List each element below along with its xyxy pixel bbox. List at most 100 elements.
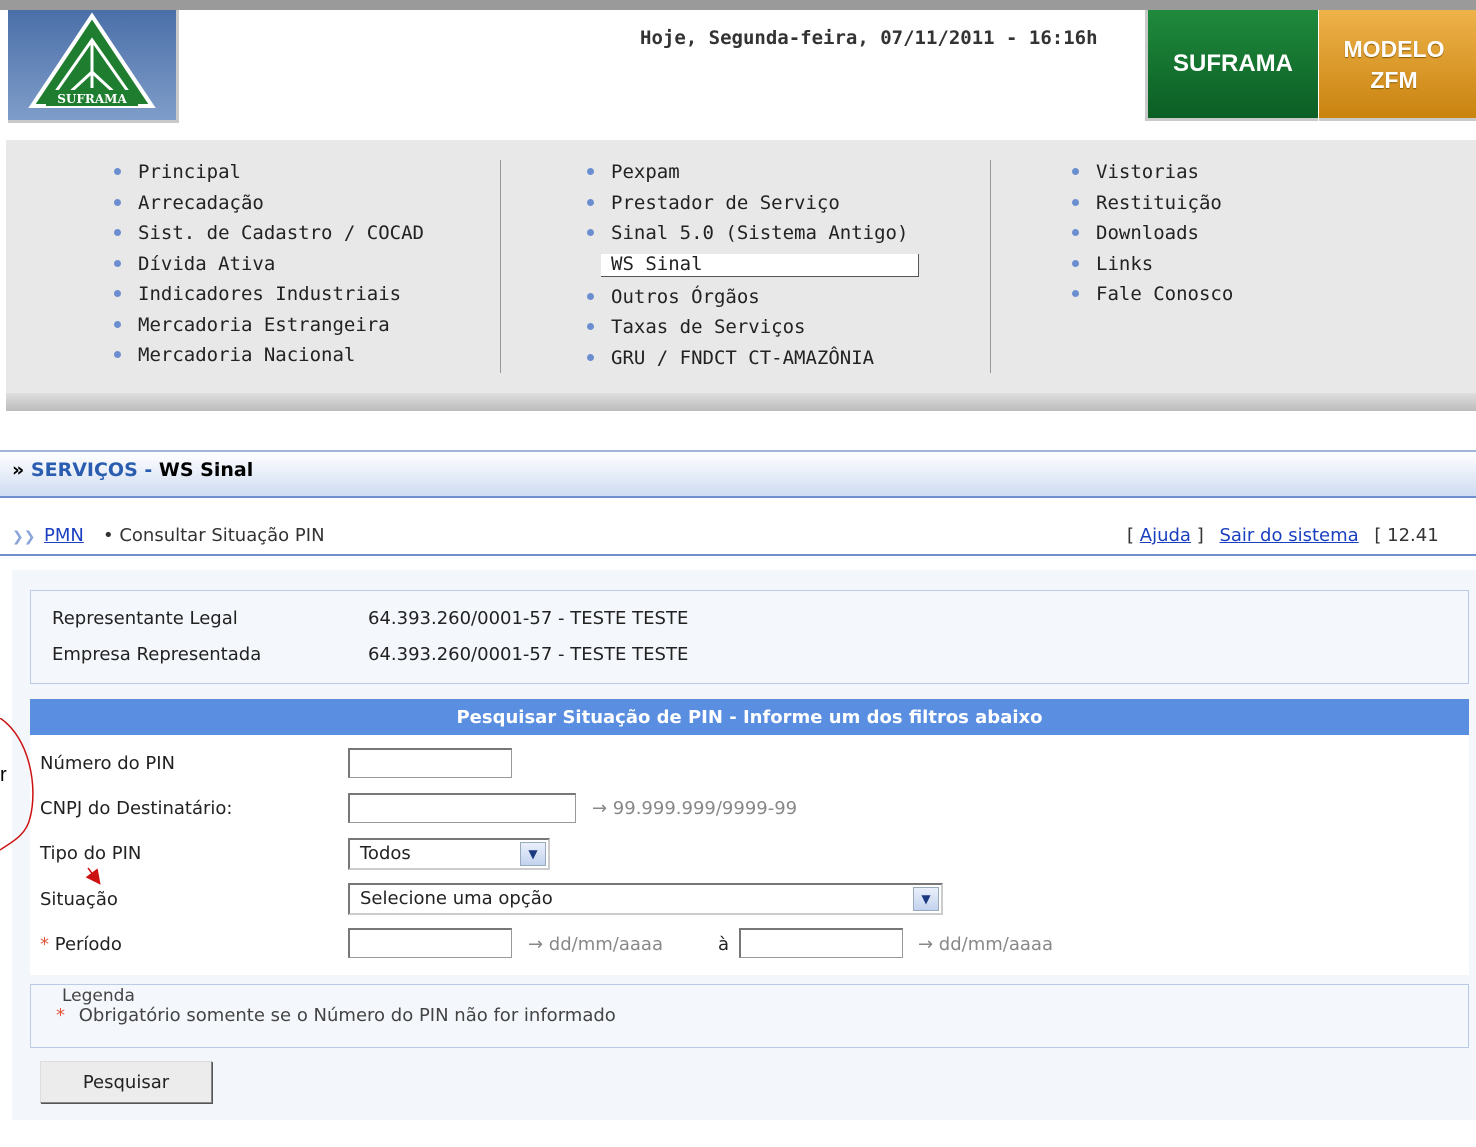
period-end-input[interactable]: [739, 928, 903, 958]
menu-item-label: Downloads: [1096, 222, 1199, 244]
menu-item-label: Outros Órgãos: [611, 285, 760, 308]
legend-description: Obrigatório somente se o Número do PIN n…: [78, 1005, 616, 1026]
representative-box: [30, 590, 1469, 684]
legal-representative-value: 64.393.260/0001-57 - TESTE TESTE: [368, 608, 689, 629]
menu-item-taxas[interactable]: Taxas de Serviços: [581, 315, 919, 346]
bullet-icon: [114, 351, 121, 358]
menu-item-prestador[interactable]: Prestador de Serviço: [581, 191, 919, 222]
menu-item-mercadoria-estrangeira[interactable]: Mercadoria Estrangeira: [108, 313, 424, 344]
bullet-icon: [1072, 259, 1079, 267]
menu-item-label: Pexpam: [611, 161, 680, 183]
menu-item-label: Dívida Ativa: [138, 252, 276, 275]
menu-item-label: GRU / FNDCT CT-AMAZÔNIA: [611, 346, 875, 369]
logout-link[interactable]: Sair do sistema: [1219, 525, 1358, 546]
double-arrow-icon: ❯❯: [12, 529, 36, 545]
menu-item-label: Sist. de Cadastro / COCAD: [138, 222, 424, 244]
period-label: * Período: [40, 934, 122, 955]
suframa-button-label: SUFRAMA: [1173, 50, 1293, 77]
chevron-down-icon[interactable]: ▼: [520, 842, 546, 866]
menu-item-gru[interactable]: GRU / FNDCT CT-AMAZÔNIA: [581, 346, 919, 377]
menu-item-label: Sinal 5.0 (Sistema Antigo): [611, 222, 909, 244]
help-link[interactable]: Ajuda: [1140, 525, 1191, 546]
menu-item-cocad[interactable]: Sist. de Cadastro / COCAD: [108, 221, 424, 252]
menu-item-links[interactable]: Links: [1066, 252, 1233, 283]
represented-company-value: 64.393.260/0001-57 - TESTE TESTE: [368, 644, 689, 665]
bullet-icon: [114, 198, 121, 206]
menu-item-divida-ativa[interactable]: Dívida Ativa: [108, 252, 424, 283]
breadcrumb-pmn-link[interactable]: PMN: [44, 525, 84, 546]
suframa-logo[interactable]: SUFRAMA: [8, 10, 179, 123]
menu-item-label: WS Sinal: [611, 252, 703, 275]
bullet-icon: [1072, 290, 1079, 297]
menu-item-outros-orgaos[interactable]: Outros Órgãos: [581, 285, 919, 316]
raquo-icon: »: [12, 459, 25, 481]
pin-number-input[interactable]: [348, 748, 512, 778]
menu-item-label: Prestador de Serviço: [611, 191, 840, 214]
cnpj-input[interactable]: [348, 793, 576, 823]
menu-item-label: Links: [1096, 252, 1154, 275]
annotation-letter: r: [0, 764, 7, 786]
triangle-logo-icon: SUFRAMA: [28, 12, 156, 108]
menu-item-label: Vistorias: [1096, 161, 1199, 183]
menu-item-sinal-antigo[interactable]: Sinal 5.0 (Sistema Antigo): [581, 221, 919, 252]
version-info: [ 12.41: [1374, 525, 1439, 546]
period-label-text: Período: [54, 934, 122, 955]
menu-column-2: Pexpam Prestador de Serviço Sinal 5.0 (S…: [581, 160, 919, 376]
menu-item-principal[interactable]: Principal: [108, 160, 424, 191]
bullet-icon: [587, 292, 594, 300]
menu-bottom-bar: [6, 393, 1476, 411]
represented-company-label: Empresa Representada: [52, 644, 262, 665]
zfm-label: ZFM: [1370, 67, 1418, 93]
bracket-open: [: [1127, 525, 1135, 546]
menu-divider: [500, 160, 501, 373]
legal-representative-label: Representante Legal: [52, 608, 238, 629]
menu-item-label: Mercadoria Nacional: [138, 344, 356, 366]
search-form-title-text: Pesquisar Situação de PIN - Informe um d…: [456, 706, 1043, 728]
breadcrumb-current: • Consultar Situação PIN: [103, 525, 325, 546]
menu-item-label: Restituição: [1096, 191, 1222, 214]
bullet-icon: [114, 259, 121, 267]
bullet-icon: [1072, 168, 1079, 175]
pin-type-select[interactable]: Todos ▼: [348, 838, 550, 870]
search-form-title: Pesquisar Situação de PIN - Informe um d…: [30, 699, 1469, 735]
period-separator: à: [718, 934, 730, 955]
suframa-button[interactable]: SUFRAMA: [1145, 10, 1318, 121]
menu-item-vistorias[interactable]: Vistorias: [1066, 160, 1233, 191]
logo-text: SUFRAMA: [57, 92, 127, 106]
situation-selected: Selecione uma opção: [360, 888, 553, 909]
top-border: [0, 0, 1476, 10]
menu-item-arrecadacao[interactable]: Arrecadação: [108, 191, 424, 222]
breadcrumb-actions: [ Ajuda ] Sair do sistema [ 12.41: [1127, 525, 1439, 546]
menu-item-label: Principal: [138, 161, 241, 183]
section-separator: -: [144, 459, 153, 481]
period-start-input[interactable]: [348, 928, 512, 958]
menu-item-downloads[interactable]: Downloads: [1066, 221, 1233, 252]
section-title: » SERVIÇOS - WS Sinal: [12, 459, 253, 481]
current-date: Hoje, Segunda-feira, 07/11/2011 - 16:16h: [640, 27, 1098, 49]
menu-item-fale-conosco[interactable]: Fale Conosco: [1066, 282, 1233, 313]
menu-column-3: Vistorias Restituição Downloads Links Fa…: [1066, 160, 1233, 313]
menu-item-label: Fale Conosco: [1096, 283, 1234, 305]
bullet-icon: [114, 229, 121, 236]
menu-item-pexpam[interactable]: Pexpam: [581, 160, 919, 191]
required-star: *: [40, 934, 49, 955]
menu-item-ws-sinal[interactable]: WS Sinal: [601, 252, 919, 277]
bullet-icon: [587, 229, 594, 236]
period-start-hint: → dd/mm/aaaa: [528, 934, 663, 955]
period-end-hint: → dd/mm/aaaa: [918, 934, 1053, 955]
menu-item-mercadoria-nacional[interactable]: Mercadoria Nacional: [108, 343, 424, 374]
menu-column-1: Principal Arrecadação Sist. de Cadastro …: [108, 160, 424, 374]
menu-item-restituicao[interactable]: Restituição: [1066, 191, 1233, 222]
pin-type-selected: Todos: [360, 843, 411, 864]
bullet-icon: [1072, 229, 1079, 236]
annotation-arrow-icon: [0, 718, 101, 885]
chevron-down-icon[interactable]: ▼: [913, 887, 939, 911]
modelo-zfm-button[interactable]: MODELO ZFM: [1319, 10, 1476, 121]
section-servicos-link[interactable]: SERVIÇOS: [31, 459, 138, 481]
search-button[interactable]: Pesquisar: [40, 1061, 212, 1103]
menu-item-indicadores[interactable]: Indicadores Industriais: [108, 282, 424, 313]
situation-select[interactable]: Selecione uma opção ▼: [348, 883, 943, 915]
menu-item-label: Mercadoria Estrangeira: [138, 313, 390, 336]
menu-divider: [990, 160, 991, 373]
menu-item-label: Arrecadação: [138, 191, 264, 214]
